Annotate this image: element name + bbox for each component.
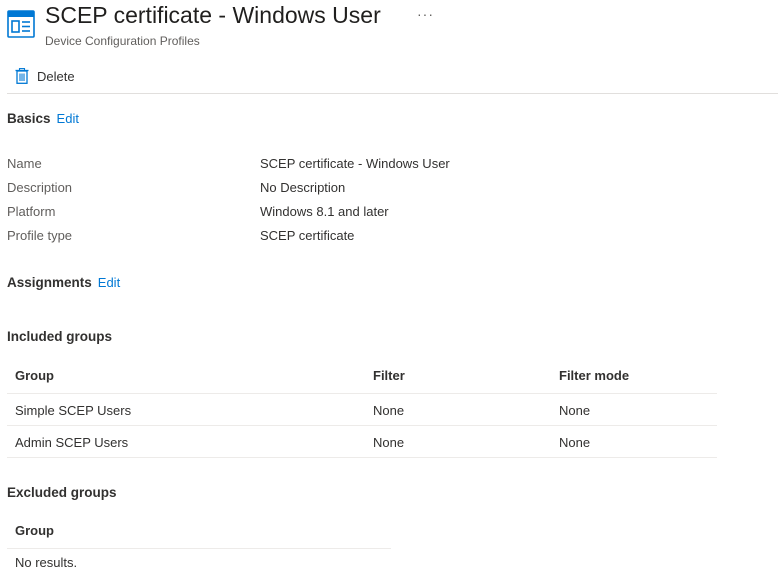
trash-icon [15,68,29,84]
table-divider [7,393,717,394]
page-subtitle: Device Configuration Profiles [45,34,200,48]
delete-label: Delete [37,68,75,84]
name-label: Name [7,156,42,171]
basics-edit-link[interactable]: Edit [57,111,79,126]
profile-type-label: Profile type [7,228,73,243]
table-divider [7,548,391,549]
platform-value: Windows 8.1 and later [260,204,389,219]
table-divider [7,457,717,458]
platform-label: Platform [7,204,56,219]
description-value: No Description [260,180,346,195]
basics-title: Basics [7,111,51,126]
description-label: Description [7,180,73,195]
empty-state-text: No results. [15,555,78,570]
delete-button[interactable]: Delete [15,65,75,87]
included-col-filter-mode: Filter mode [559,368,630,383]
included-groups-title: Included groups [7,329,113,344]
assignments-header: Assignments Edit [7,274,120,292]
assignments-edit-link[interactable]: Edit [98,275,120,290]
table-divider [7,425,717,426]
assignments-title: Assignments [7,275,92,290]
filter-mode-cell: None [559,403,591,418]
toolbar-divider [7,93,778,94]
basics-header: Basics Edit [7,110,79,128]
filter-cell: None [373,435,405,450]
profile-window-icon [7,10,35,38]
more-options-icon[interactable]: ··· [417,6,434,22]
filter-mode-cell: None [559,435,591,450]
profile-type-value: SCEP certificate [260,228,355,243]
excluded-groups-title: Excluded groups [7,485,117,500]
group-name-cell: Simple SCEP Users [15,403,132,418]
name-value: SCEP certificate - Windows User [260,156,450,171]
page-title: SCEP certificate - Windows User [45,2,381,28]
included-col-filter: Filter [373,368,405,383]
excluded-col-group: Group [15,523,54,538]
filter-cell: None [373,403,405,418]
included-col-group: Group [15,368,54,383]
group-name-cell: Admin SCEP Users [15,435,129,450]
